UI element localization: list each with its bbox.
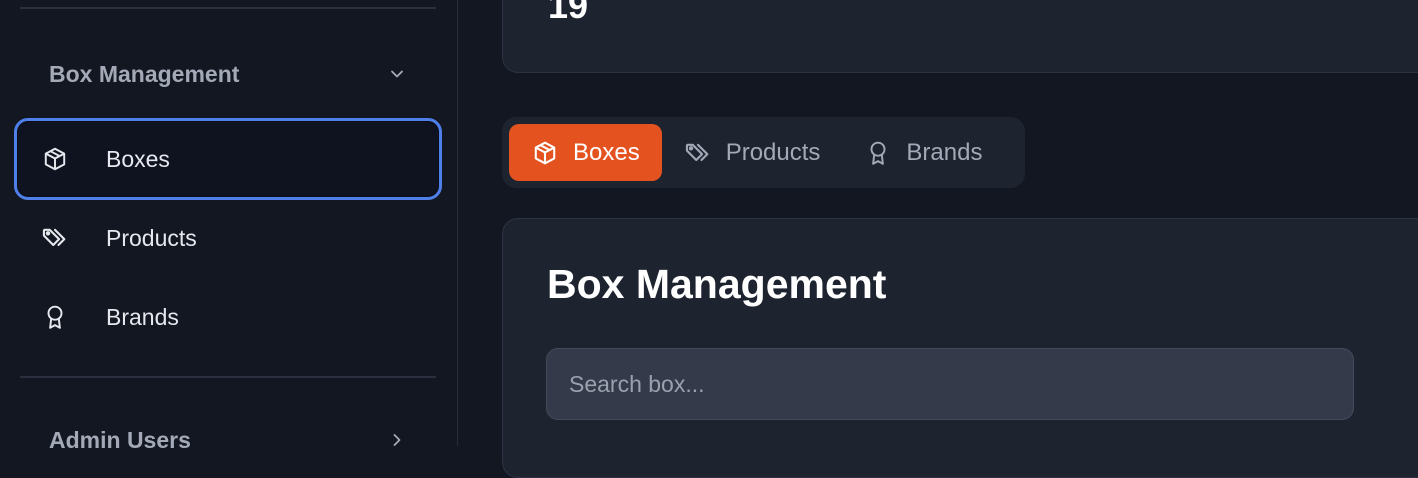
- sidebar: Box Management Boxes Products Brands Adm…: [0, 0, 458, 453]
- sidebar-item-brands[interactable]: Brands: [14, 276, 442, 358]
- chevron-right-icon: [393, 434, 401, 446]
- tab-bar: Boxes Products Brands: [502, 117, 1025, 188]
- content-card: Box Management: [502, 218, 1418, 478]
- tab-label: Boxes: [573, 138, 640, 166]
- award-icon: [41, 303, 69, 331]
- tags-icon: [41, 224, 69, 252]
- search-input[interactable]: [546, 348, 1354, 420]
- box-icon: [41, 145, 69, 173]
- box-icon: [531, 139, 559, 167]
- tab-products[interactable]: Products: [662, 124, 843, 181]
- tags-icon: [684, 139, 712, 167]
- tab-boxes[interactable]: Boxes: [509, 124, 662, 181]
- sidebar-group-admin-users[interactable]: Admin Users: [49, 424, 409, 456]
- sidebar-item-boxes[interactable]: Boxes: [14, 118, 442, 200]
- sidebar-divider: [20, 7, 436, 9]
- sidebar-group-title: Box Management: [49, 60, 240, 87]
- main-content: 19 Boxes Products Brands Box Management: [459, 0, 1418, 478]
- tab-label: Brands: [906, 138, 983, 166]
- sidebar-group-box-management[interactable]: Box Management: [49, 58, 409, 90]
- sidebar-group-title: Admin Users: [49, 426, 191, 453]
- page-title: Box Management: [547, 261, 887, 307]
- award-icon: [864, 139, 892, 167]
- sidebar-item-label: Boxes: [106, 145, 170, 172]
- sidebar-item-label: Products: [106, 224, 197, 251]
- tab-label: Products: [725, 138, 821, 166]
- sidebar-item-label: Brands: [106, 303, 179, 330]
- sidebar-item-products[interactable]: Products: [14, 197, 442, 279]
- chevron-down-icon: [391, 70, 403, 78]
- stat-card: 19: [502, 0, 1418, 73]
- stat-value: 19: [548, 0, 589, 26]
- tab-brands[interactable]: Brands: [842, 124, 1004, 181]
- sidebar-divider: [20, 376, 436, 378]
